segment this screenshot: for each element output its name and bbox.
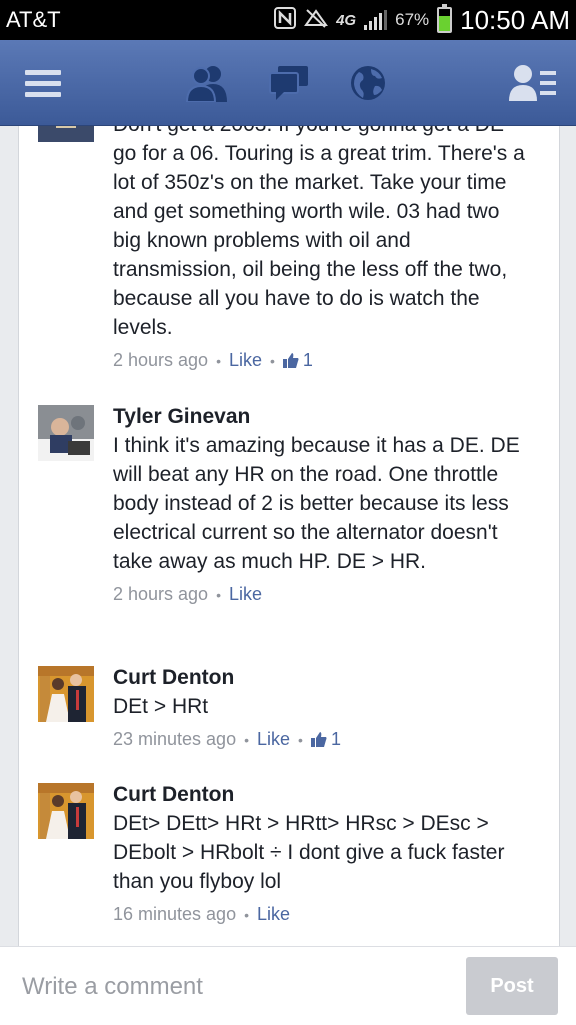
signal-strength-icon [364,10,388,30]
like-link[interactable]: Like [257,904,290,925]
like-link[interactable]: Like [229,584,262,605]
comment-meta: 2 hours ago • Like [113,584,533,605]
comment-timestamp: 16 minutes ago [113,904,237,924]
battery-icon [437,4,453,33]
comment-timestamp: 2 hours ago [113,350,209,370]
menu-icon[interactable] [25,62,63,104]
separator-dot: • [216,586,221,603]
like-count-value: 1 [330,729,341,749]
comment-body: Curt Denton DEt> DEtt> HRt > HRtt> HRsc … [113,780,533,925]
globe-icon[interactable] [348,62,388,104]
avatar[interactable] [38,783,94,839]
top-nav-bar [0,40,576,126]
avatar[interactable] [38,405,94,461]
comment-body: Curt Denton DEt > HRt 23 minutes ago • L… [113,663,533,750]
avatar[interactable] [38,666,94,722]
comment-text: I think it's amazing because it has a DE… [113,434,520,573]
comment-author[interactable]: Curt Denton [113,663,533,692]
status-bar: AT&T 4G 67% 10:50 AM [0,0,576,40]
comments-list: Don't get a 2003. If you're gonna get a … [18,126,560,946]
nfc-icon [274,6,297,34]
comment-body: Tyler Ginevan I think it's amazing becau… [113,402,533,605]
separator-dot: • [244,906,249,923]
friends-icon[interactable] [185,62,230,104]
status-icons: 4G 67% 10:50 AM [274,4,570,36]
profile-list-icon[interactable] [508,62,558,104]
comment-meta: 2 hours ago • Like • 1 [113,350,533,371]
comment-timestamp: 2 hours ago [113,584,209,604]
avatar[interactable] [38,126,94,142]
like-link[interactable]: Like [257,729,290,750]
comment-author[interactable]: Tyler Ginevan [113,402,533,431]
thumbs-up-icon [282,353,299,368]
comment-composer: Post [0,946,576,1025]
no-signal-icon [304,7,329,34]
comment-meta: 23 minutes ago • Like • 1 [113,729,533,750]
like-link[interactable]: Like [229,350,262,371]
separator-dot: • [244,731,249,748]
separator-dot: • [298,731,303,748]
battery-percent: 67% [395,10,430,29]
comment-text: DEt> DEtt> HRt > HRtt> HRsc > DEsc > DEb… [113,812,505,893]
separator-dot: • [270,352,275,369]
clock: 10:50 AM [460,4,570,35]
post-button[interactable]: Post [466,957,558,1015]
comment-text: DEt > HRt [113,695,209,718]
comment-meta: 16 minutes ago • Like [113,904,533,925]
carrier-name: AT&T [6,7,61,32]
comment-timestamp: 23 minutes ago [113,729,237,749]
comment-author[interactable]: Curt Denton [113,780,533,809]
comment-body: Don't get a 2003. If you're gonna get a … [113,126,533,371]
messages-icon[interactable] [268,62,310,104]
separator-dot: • [216,352,221,369]
like-count[interactable]: 1 [310,729,341,750]
like-count-value: 1 [302,350,313,370]
network-type: 4G [336,11,357,29]
thumbs-up-icon [310,732,327,747]
like-count[interactable]: 1 [282,350,313,371]
comment-input[interactable] [20,969,444,1005]
comment-text: Don't get a 2003. If you're gonna get a … [113,126,525,339]
